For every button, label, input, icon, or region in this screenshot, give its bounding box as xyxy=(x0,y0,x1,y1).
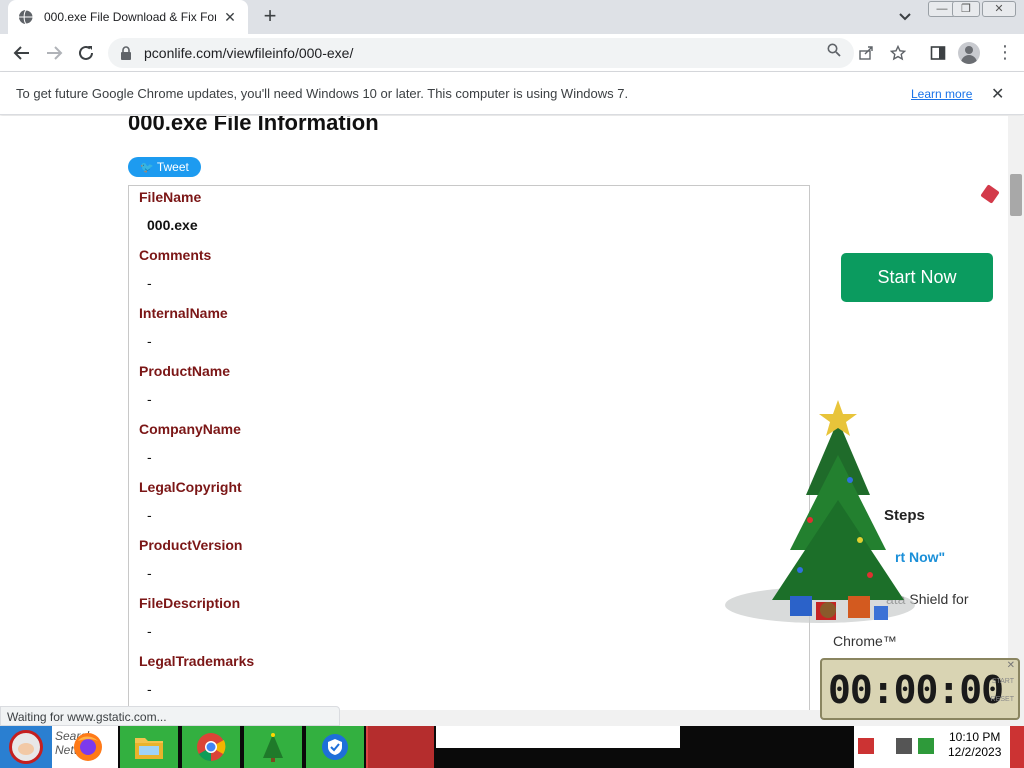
field-row: FileDescription - xyxy=(129,592,809,650)
timer-display: 00:00:00 xyxy=(828,668,1004,712)
christmas-tree-icon xyxy=(725,400,915,623)
taskbar-app-red[interactable] xyxy=(366,726,434,768)
tray-app-icon[interactable] xyxy=(858,738,874,754)
field-label: CompanyName xyxy=(139,421,241,437)
back-arrow-icon[interactable] xyxy=(10,41,34,65)
field-value: - xyxy=(147,449,152,465)
tray-date: 12/2/2023 xyxy=(948,745,1002,759)
side-panel-icon[interactable] xyxy=(928,43,948,63)
tab-title: 000.exe File Download & Fix For xyxy=(44,10,216,24)
field-label: ProductVersion xyxy=(139,537,243,553)
field-label: ProductName xyxy=(139,363,231,379)
address-bar[interactable]: pconlife.com/viewfileinfo/000-exe/ xyxy=(108,38,854,68)
tree-app-icon xyxy=(263,733,283,762)
infobar-message: To get future Google Chrome updates, you… xyxy=(16,86,629,101)
chrome-icon xyxy=(197,733,226,761)
reload-icon[interactable] xyxy=(74,41,98,65)
field-row: CompanyName - xyxy=(129,418,809,476)
page-title: 000.exe File Information xyxy=(128,116,379,135)
vertical-scrollbar[interactable] xyxy=(1008,116,1024,710)
chrome-button[interactable] xyxy=(182,726,240,768)
show-desktop-button[interactable] xyxy=(1010,726,1024,768)
security-app-button[interactable] xyxy=(306,726,364,768)
field-value: 000.exe xyxy=(147,217,198,233)
field-row: ProductVersion - xyxy=(129,534,809,592)
field-value: - xyxy=(147,275,152,291)
field-value: - xyxy=(147,507,152,523)
timer-reset-button[interactable]: RESET xyxy=(991,696,1014,703)
santa-icon xyxy=(9,730,43,764)
field-label: LegalTrademarks xyxy=(139,653,255,669)
firefox-icon xyxy=(74,733,102,761)
start-now-button[interactable]: Start Now xyxy=(841,253,993,302)
field-row: InternalName - xyxy=(129,302,809,360)
field-row: Comments - xyxy=(129,244,809,302)
system-tray: 10:10 PM 12/2/2023 xyxy=(854,726,1024,768)
search-icon[interactable] xyxy=(826,42,842,58)
field-label: Comments xyxy=(139,247,212,263)
update-infobar: To get future Google Chrome updates, you… xyxy=(0,72,1024,115)
field-value: - xyxy=(147,391,152,407)
tray-clock[interactable]: 10:10 PM 12/2/2023 xyxy=(948,730,1001,760)
shield-icon xyxy=(322,734,348,760)
browser-menu-icon[interactable]: ⋮ xyxy=(996,43,1014,63)
field-value: - xyxy=(147,565,152,581)
cursor-icon xyxy=(980,184,1000,204)
tab-strip: 000.exe File Download & Fix For ✕ + — ❐ … xyxy=(0,0,1024,34)
explorer-button[interactable] xyxy=(120,726,178,768)
tab-close-icon[interactable]: ✕ xyxy=(222,9,238,26)
field-row: LegalCopyright - xyxy=(129,476,809,534)
volume-icon[interactable] xyxy=(918,738,934,754)
tree-app-button[interactable] xyxy=(244,726,302,768)
learn-more-link[interactable]: Learn more xyxy=(911,87,972,101)
forward-arrow-icon[interactable] xyxy=(42,41,66,65)
bookmark-star-icon[interactable] xyxy=(888,43,908,63)
tray-time: 10:10 PM xyxy=(949,730,1001,744)
browser-toolbar: pconlife.com/viewfileinfo/000-exe/ ⋮ xyxy=(0,34,1024,72)
lock-icon[interactable] xyxy=(120,46,132,60)
start-button[interactable] xyxy=(0,726,52,768)
field-label: InternalName xyxy=(139,305,228,321)
field-row: FileName 000.exe xyxy=(129,186,809,244)
taskbar-app-window[interactable] xyxy=(436,726,680,748)
twitter-bird-icon: 🐦 xyxy=(140,161,154,174)
timer-close-icon[interactable]: ✕ xyxy=(1007,660,1015,671)
restore-button[interactable]: ❐ xyxy=(952,1,980,17)
file-info-table: FileName 000.exe Comments - InternalName… xyxy=(128,185,810,710)
field-label: LegalCopyright xyxy=(139,479,242,495)
infobar-close-icon[interactable]: ✕ xyxy=(991,84,1004,104)
stopwatch-widget: 00:00:00 ✕ START RESET xyxy=(820,658,1020,720)
folder-icon xyxy=(135,738,163,759)
field-label: FileName xyxy=(139,189,202,205)
new-tab-button[interactable]: + xyxy=(258,5,282,29)
url-text: pconlife.com/viewfileinfo/000-exe/ xyxy=(144,45,354,61)
profile-avatar[interactable] xyxy=(958,42,980,64)
tweet-button[interactable]: 🐦 Tweet xyxy=(128,157,201,177)
scrollbar-thumb[interactable] xyxy=(1010,174,1022,216)
window-close-button[interactable]: ✕ xyxy=(982,1,1016,17)
tweet-label: Tweet xyxy=(156,160,189,174)
tab-search-icon[interactable] xyxy=(895,7,915,27)
status-bubble: Waiting for www.gstatic.com... xyxy=(0,706,340,726)
network-icon[interactable] xyxy=(896,738,912,754)
field-value: - xyxy=(147,333,152,349)
field-value: - xyxy=(147,681,152,697)
taskbar: Search Netw 10:10 PM 12/2/2023 xyxy=(0,726,1024,768)
field-row: ProductName - xyxy=(129,360,809,418)
firefox-button[interactable] xyxy=(60,726,116,768)
field-value: - xyxy=(147,623,152,639)
share-icon[interactable] xyxy=(856,43,876,63)
timer-start-button[interactable]: START xyxy=(992,678,1014,685)
field-label: FileDescription xyxy=(139,595,241,611)
field-row: LegalTrademarks - xyxy=(129,650,809,708)
browser-tab[interactable]: 000.exe File Download & Fix For ✕ xyxy=(8,0,248,34)
globe-icon xyxy=(18,9,34,25)
